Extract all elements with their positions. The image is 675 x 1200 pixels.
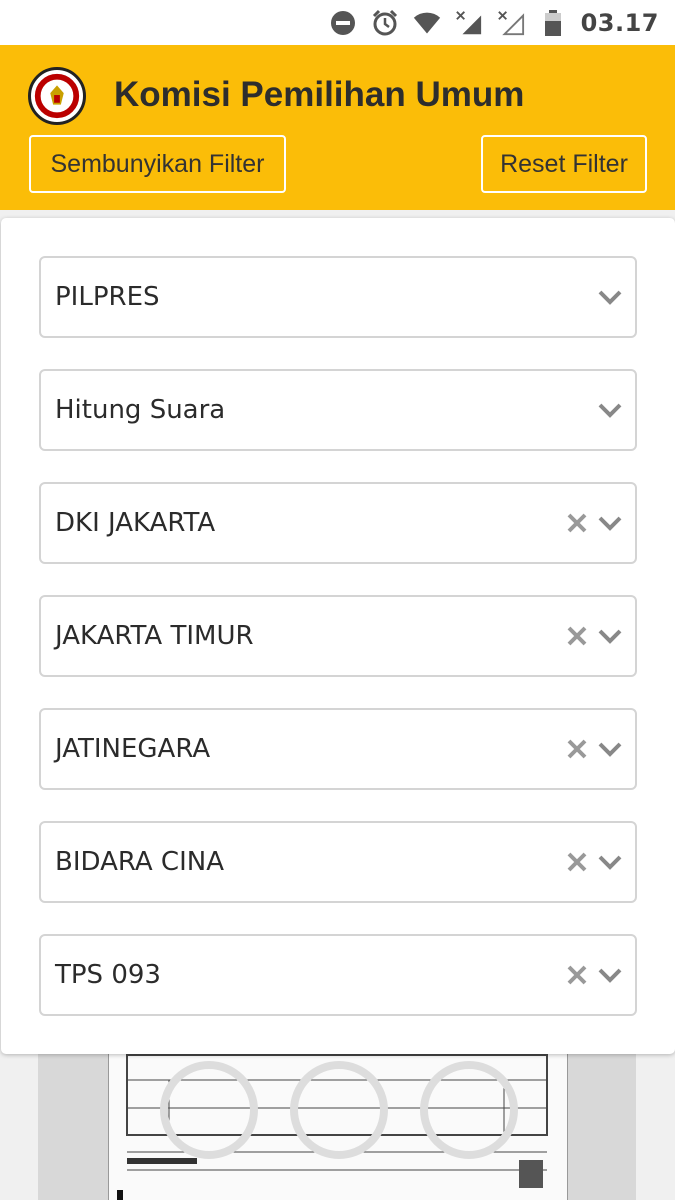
select-value: TPS 093 (55, 960, 161, 990)
clear-icon[interactable] (565, 850, 589, 874)
village-select[interactable]: BIDARA CINA (39, 821, 637, 903)
app-title: Komisi Pemilihan Umum (114, 75, 525, 114)
scanned-form-image[interactable] (108, 1040, 568, 1200)
status-bar: 03.17 (0, 0, 675, 45)
clear-icon[interactable] (565, 737, 589, 761)
select-value: JAKARTA TIMUR (55, 621, 254, 651)
election-type-select[interactable]: PILPRES (39, 256, 637, 338)
chevron-down-icon[interactable] (597, 853, 623, 873)
select-value: PILPRES (55, 282, 160, 312)
battery-icon (539, 9, 567, 37)
kpu-logo-icon (28, 67, 86, 125)
province-select[interactable]: DKI JAKARTA (39, 482, 637, 564)
do-not-disturb-icon (329, 9, 357, 37)
district-select[interactable]: JATINEGARA (39, 708, 637, 790)
app-header: Komisi Pemilihan Umum Sembunyikan Filter… (0, 45, 675, 210)
reset-filter-button[interactable]: Reset Filter (481, 135, 647, 193)
clear-icon[interactable] (565, 511, 589, 535)
chevron-down-icon[interactable] (597, 627, 623, 647)
wifi-icon (413, 9, 441, 37)
select-value: Hitung Suara (55, 395, 226, 425)
alarm-icon (371, 9, 399, 37)
select-value: BIDARA CINA (55, 847, 224, 877)
signal-x-icon (455, 9, 483, 37)
chevron-down-icon[interactable] (597, 740, 623, 760)
clear-icon[interactable] (565, 624, 589, 648)
select-value: JATINEGARA (55, 734, 211, 764)
status-time: 03.17 (580, 8, 659, 37)
chevron-down-icon[interactable] (597, 514, 623, 534)
chevron-down-icon[interactable] (597, 401, 623, 421)
hide-filter-button[interactable]: Sembunyikan Filter (29, 135, 286, 193)
chevron-down-icon[interactable] (597, 966, 623, 986)
filter-panel: PILPRES Hitung Suara DKI JAKARTA JAKARTA… (1, 218, 675, 1054)
select-value: DKI JAKARTA (55, 508, 216, 538)
data-type-select[interactable]: Hitung Suara (39, 369, 637, 451)
clear-icon[interactable] (565, 963, 589, 987)
city-select[interactable]: JAKARTA TIMUR (39, 595, 637, 677)
signal-x-icon (497, 9, 525, 37)
chevron-down-icon[interactable] (597, 288, 623, 308)
polling-station-select[interactable]: TPS 093 (39, 934, 637, 1016)
